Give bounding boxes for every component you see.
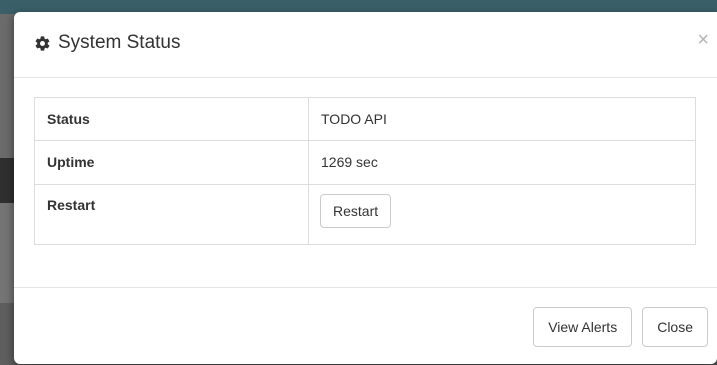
modal-title: System Status: [34, 32, 181, 54]
uptime-value: 1269 sec: [308, 140, 696, 185]
modal-header: System Status ×: [14, 12, 717, 78]
restart-label: Restart: [34, 184, 309, 245]
table-row: Restart Restart: [34, 184, 696, 245]
table-row: Uptime 1269 sec: [34, 140, 696, 185]
gear-icon: [34, 35, 51, 52]
status-value: TODO API: [308, 97, 696, 141]
close-button[interactable]: Close: [642, 307, 708, 347]
system-status-modal: System Status × Status TODO API Uptime 1…: [14, 12, 717, 364]
modal-body: Status TODO API Uptime 1269 sec Restart …: [34, 97, 696, 245]
restart-cell: Restart: [308, 184, 696, 245]
view-alerts-button[interactable]: View Alerts: [533, 307, 633, 347]
status-table: Status TODO API Uptime 1269 sec Restart …: [34, 97, 696, 245]
footer-buttons: View Alerts Close: [533, 307, 708, 347]
uptime-label: Uptime: [34, 140, 309, 185]
table-row: Status TODO API: [34, 97, 696, 141]
close-icon[interactable]: ×: [697, 30, 709, 50]
modal-footer: View Alerts Close: [14, 287, 717, 364]
modal-title-text: System Status: [58, 32, 181, 53]
restart-button[interactable]: Restart: [320, 194, 392, 228]
backdrop-left-strip: [0, 14, 14, 365]
status-label: Status: [34, 97, 309, 141]
